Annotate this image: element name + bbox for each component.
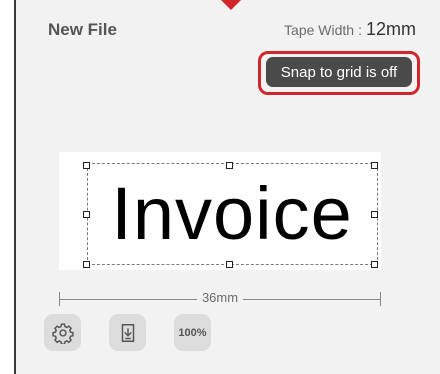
dimension-tick-right xyxy=(380,292,381,306)
tape-width-separator: : xyxy=(358,22,362,38)
width-dimension-indicator: 36mm xyxy=(59,290,381,306)
resize-handle-bottom-left[interactable] xyxy=(83,261,90,268)
tape-width-value: 12mm xyxy=(365,19,416,39)
gear-icon xyxy=(51,323,74,344)
snap-to-grid-label: Snap to grid is off xyxy=(280,63,398,81)
resize-handle-bottom-center[interactable] xyxy=(226,261,233,268)
import-button[interactable] xyxy=(109,314,146,351)
label-text-object[interactable]: Invoice xyxy=(86,166,378,262)
download-icon xyxy=(121,323,134,342)
snap-to-grid-button[interactable]: Snap to grid is off xyxy=(266,57,412,87)
settings-button[interactable] xyxy=(44,314,81,351)
tape-width-display: Tape Width : 12mm xyxy=(284,19,416,40)
zoom-button[interactable]: 100% xyxy=(174,314,211,351)
dimension-line-right xyxy=(243,299,381,300)
tape-width-label: Tape Width xyxy=(284,22,355,38)
pointer-arrow-indicator xyxy=(221,0,241,10)
resize-handle-bottom-right[interactable] xyxy=(371,261,378,268)
width-measure-label: 36mm xyxy=(201,290,239,305)
dimension-line-left xyxy=(59,299,197,300)
file-title: New File xyxy=(48,20,117,39)
zoom-level-label: 100% xyxy=(178,326,207,339)
